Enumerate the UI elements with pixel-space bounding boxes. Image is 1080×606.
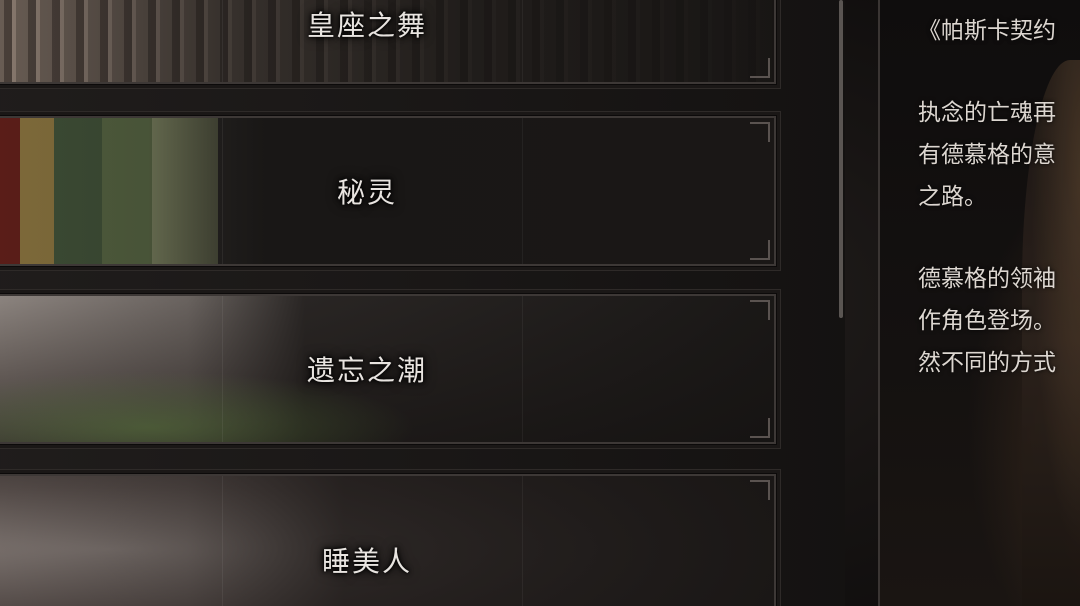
card-title: 秘灵 (336, 176, 397, 209)
card-title: 遗忘之潮 (306, 354, 427, 387)
card-divider (222, 0, 223, 82)
card-divider (222, 476, 223, 606)
description-line: 作角色登场。 (918, 308, 1056, 334)
list-item-card[interactable]: 皇座之舞 (0, 0, 777, 85)
card-corner-ornament (750, 240, 770, 260)
card-divider (222, 296, 223, 442)
card-corner-ornament (750, 480, 770, 500)
card-title: 皇座之舞 (306, 9, 427, 42)
description-line: 之路。 (918, 184, 987, 210)
card-corner-ornament (750, 418, 770, 438)
list-scrollbar[interactable] (839, 0, 843, 318)
description-heading: 《帕斯卡契约 (918, 10, 1080, 52)
description-paragraph: 执念的亡魂再 有德慕格的意 之路。 (918, 92, 1080, 218)
list-item-card[interactable]: 秘灵 (0, 115, 777, 267)
card-divider (222, 118, 223, 264)
card-divider (522, 296, 523, 442)
list-item-card[interactable]: 睡美人 (0, 473, 777, 606)
card-divider (522, 476, 523, 606)
card-title: 睡美人 (321, 545, 412, 578)
game-screen: 皇座之舞 秘灵 遗忘之潮 睡美人 《帕斯卡契约 执念的亡魂再 有德慕格的意 之路… (0, 0, 1080, 606)
dlc-list-panel: 皇座之舞 秘灵 遗忘之潮 睡美人 (0, 0, 845, 606)
description-paragraph: 德慕格的领袖 作角色登场。 然不同的方式 (918, 258, 1080, 384)
description-panel: 《帕斯卡契约 执念的亡魂再 有德慕格的意 之路。 德慕格的领袖 作角色登场。 然… (878, 0, 1080, 606)
card-corner-ornament (750, 58, 770, 78)
description-line: 执念的亡魂再 (918, 100, 1056, 126)
description-line: 有德慕格的意 (918, 142, 1056, 168)
description-line: 然不同的方式 (918, 350, 1056, 376)
description-line: 《帕斯卡契约 (918, 18, 1056, 44)
card-divider (522, 118, 523, 264)
list-item-card[interactable]: 遗忘之潮 (0, 293, 777, 445)
card-corner-ornament (750, 122, 770, 142)
card-divider (522, 0, 523, 82)
card-corner-ornament (750, 300, 770, 320)
description-line: 德慕格的领袖 (918, 266, 1056, 292)
